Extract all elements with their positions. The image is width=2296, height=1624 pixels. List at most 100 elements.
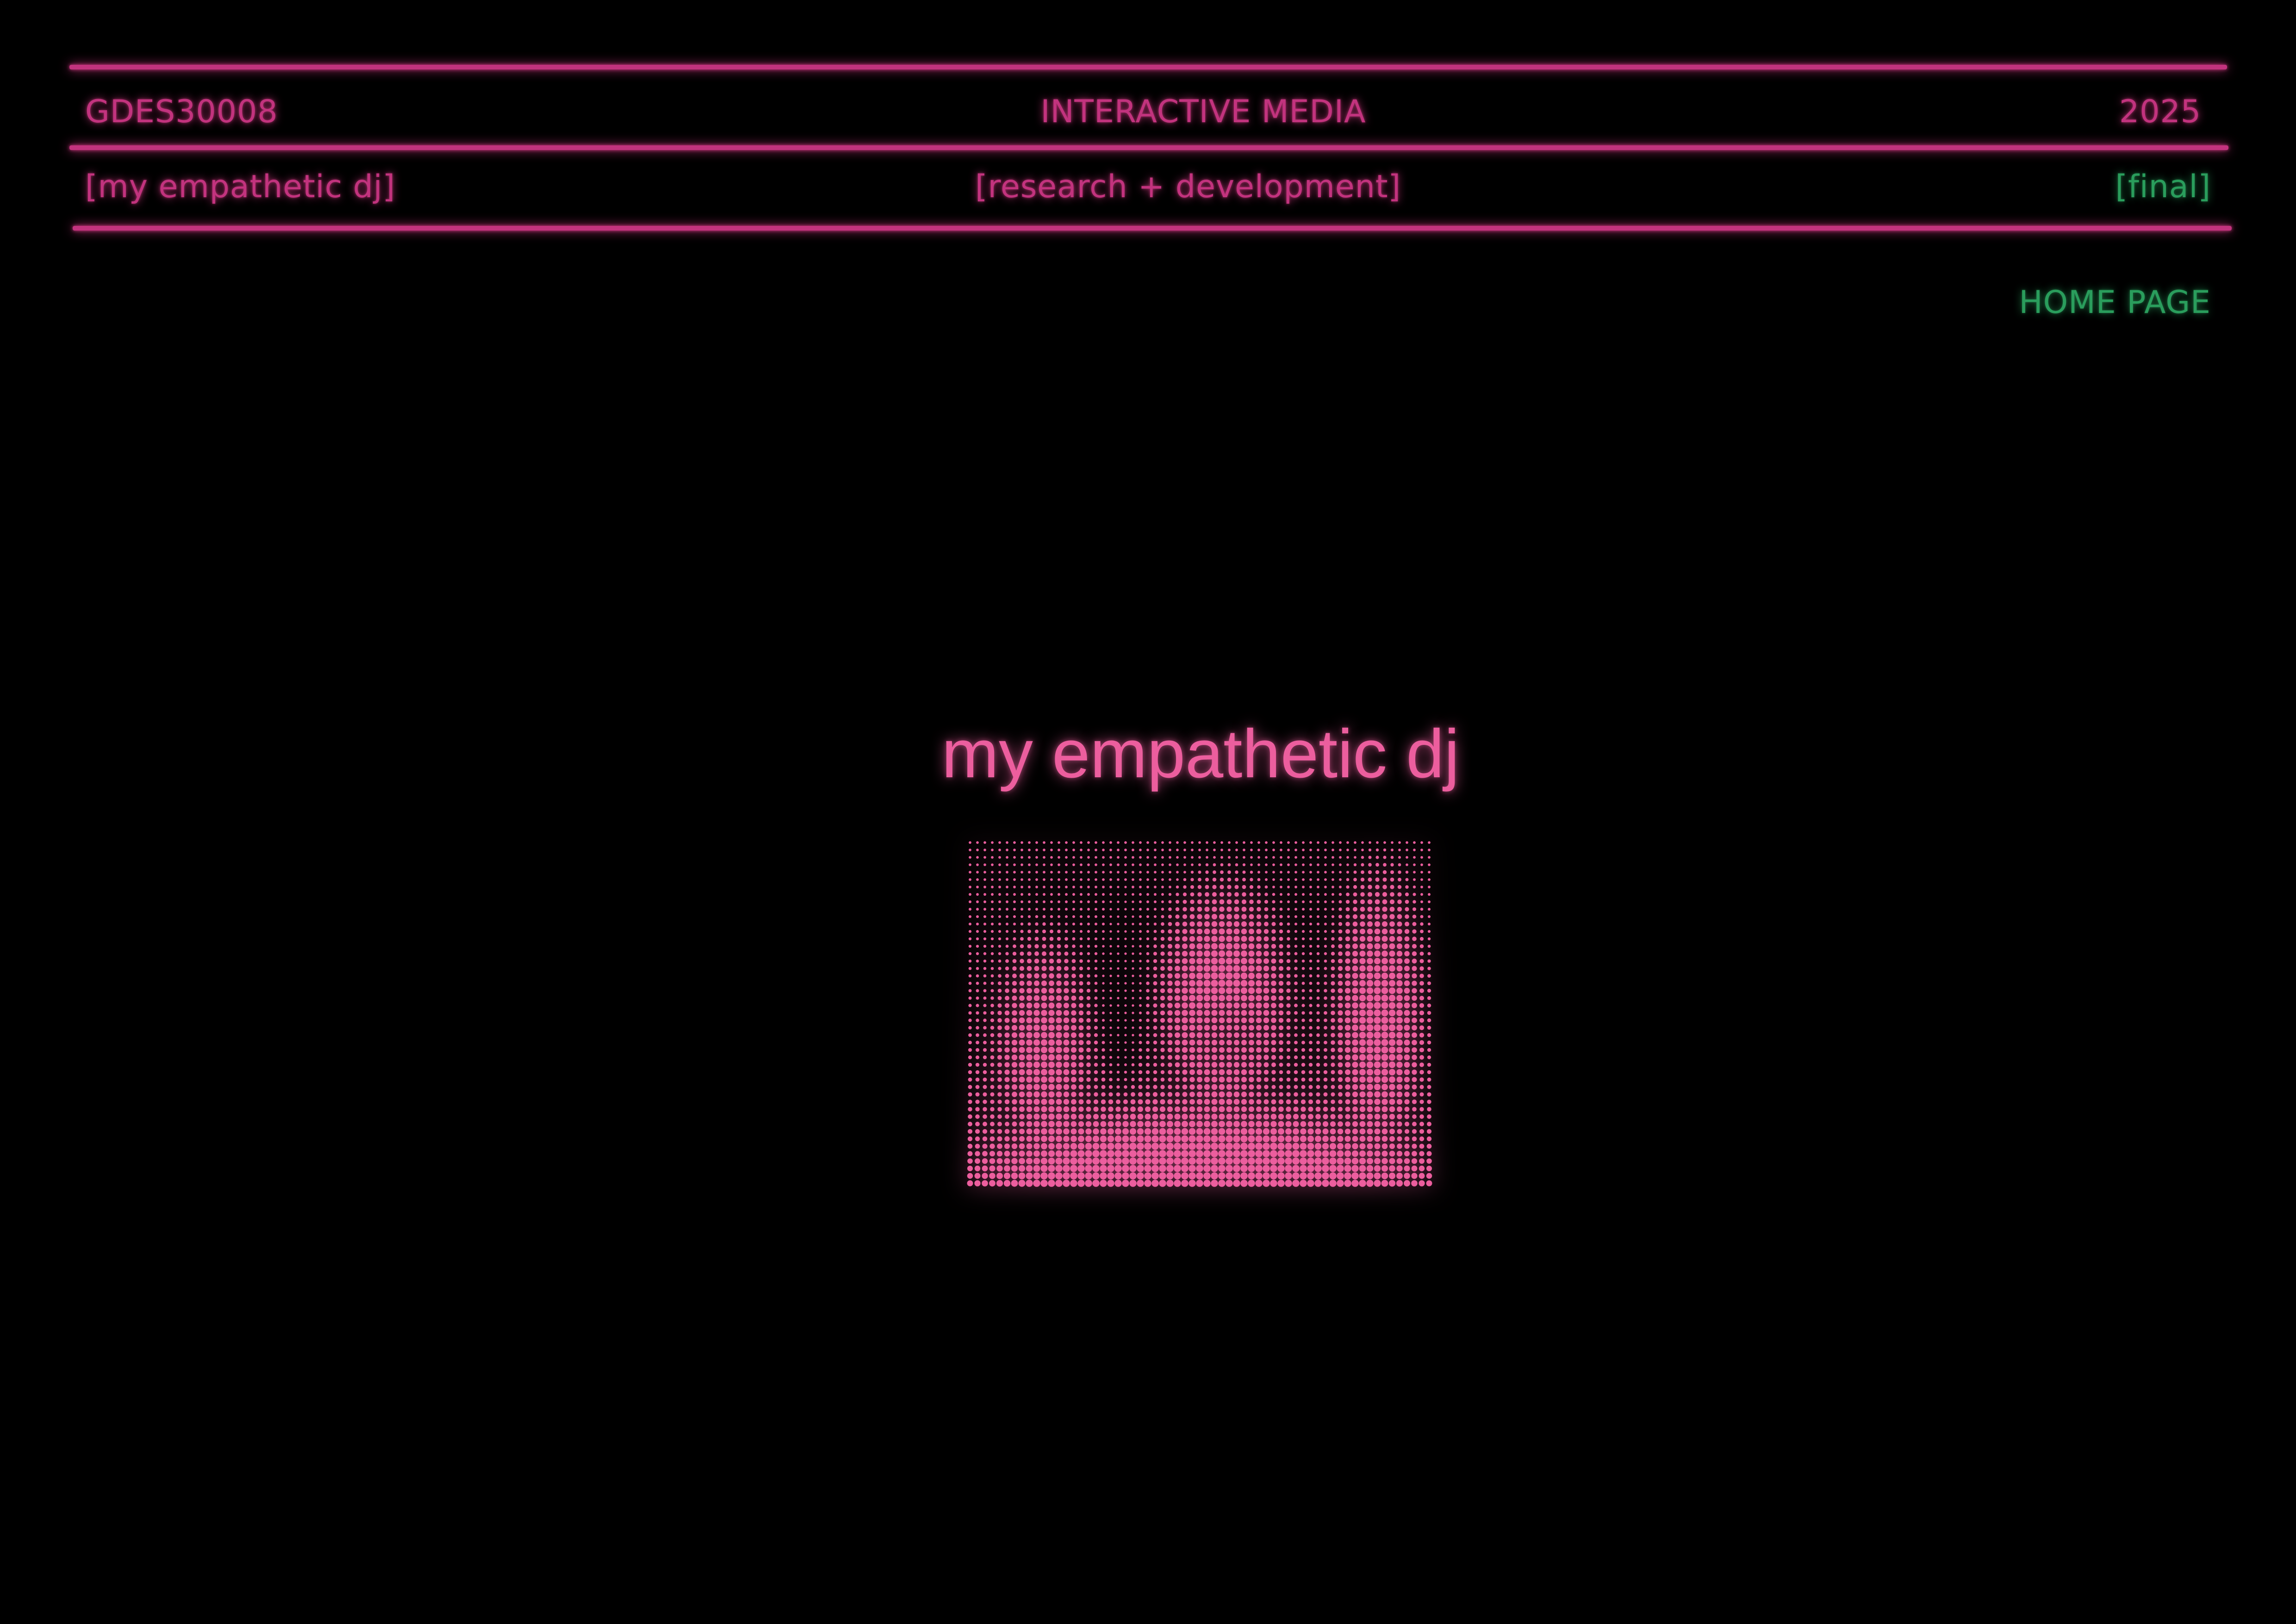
halftone-dot	[1427, 959, 1431, 963]
halftone-dot	[1050, 900, 1053, 903]
halftone-dot	[1161, 871, 1164, 874]
halftone-dot	[1063, 1076, 1070, 1083]
halftone-dot	[1043, 856, 1045, 859]
halftone-dot	[1427, 937, 1431, 941]
halftone-dot	[1227, 870, 1231, 874]
halftone-dot	[1204, 950, 1210, 957]
halftone-dot	[1109, 1034, 1112, 1037]
halftone-dot	[1109, 886, 1112, 888]
halftone-dot	[1026, 1010, 1033, 1016]
halftone-dot	[1139, 967, 1142, 970]
halftone-dot	[1085, 1135, 1092, 1143]
halftone-dot	[1285, 1121, 1292, 1127]
halftone-dot	[1034, 951, 1039, 956]
halftone-dot	[1367, 950, 1373, 957]
halftone-dot	[1161, 915, 1164, 918]
halftone-dot	[1063, 1099, 1070, 1105]
halftone-dot	[1359, 1031, 1366, 1039]
halftone-dot	[1189, 1092, 1195, 1097]
halftone-dot	[1412, 1018, 1417, 1023]
halftone-dot	[1346, 856, 1349, 859]
halftone-dot	[1226, 892, 1232, 897]
halftone-dot	[1174, 1165, 1181, 1172]
halftone-dot	[1396, 965, 1403, 972]
halftone-dot	[1271, 937, 1276, 941]
halftone-dot	[1294, 1062, 1298, 1067]
halftone-dot	[1226, 899, 1232, 905]
halftone-dot	[1153, 1018, 1157, 1023]
halftone-dot	[1279, 951, 1283, 956]
halftone-dot	[1426, 1136, 1432, 1142]
halftone-dot	[1427, 1011, 1431, 1015]
halftone-dot	[1329, 1143, 1337, 1150]
halftone-dot	[1307, 1165, 1314, 1172]
halftone-dot	[968, 937, 972, 941]
halftone-dot	[1145, 1106, 1151, 1112]
halftone-dot	[1263, 1077, 1269, 1082]
halftone-dot	[1018, 1172, 1026, 1180]
halftone-dot	[1004, 1121, 1010, 1127]
halftone-dot	[1293, 1106, 1299, 1112]
halftone-dot	[1013, 841, 1016, 844]
halftone-dot	[1226, 1032, 1232, 1038]
halftone-dot	[983, 967, 987, 970]
halftone-dot	[1213, 841, 1216, 844]
halftone-dot	[1080, 856, 1083, 859]
halftone-dot	[1256, 995, 1262, 1001]
halftone-dot	[1256, 1017, 1262, 1024]
halftone-dot	[1412, 973, 1417, 979]
halftone-dot	[1219, 1099, 1225, 1105]
halftone-dot	[1419, 1158, 1425, 1164]
halftone-dot	[1124, 1078, 1127, 1081]
halftone-dot	[1151, 1135, 1159, 1143]
home-page-link[interactable]: HOME PAGE	[2019, 287, 2211, 319]
halftone-dot	[1375, 892, 1380, 897]
halftone-dot	[1086, 1106, 1091, 1112]
halftone-dot	[1004, 1003, 1010, 1008]
halftone-dot	[1188, 1172, 1196, 1180]
halftone-dot	[1345, 1069, 1350, 1075]
halftone-dot	[1102, 945, 1105, 948]
halftone-dot	[1428, 863, 1431, 866]
halftone-dot	[1114, 1172, 1122, 1180]
halftone-dot	[1114, 1157, 1122, 1165]
halftone-dot	[1240, 1150, 1248, 1157]
halftone-dot	[968, 1026, 972, 1030]
halftone-dot	[975, 1048, 980, 1052]
halftone-dot	[1302, 871, 1305, 874]
halftone-dot	[1344, 1010, 1351, 1016]
halftone-dot	[1124, 1004, 1127, 1007]
halftone-dot	[1139, 982, 1142, 985]
halftone-dot	[982, 1129, 988, 1134]
halftone-dot	[1064, 959, 1069, 963]
halftone-dot	[1139, 849, 1142, 851]
halftone-dot	[998, 908, 1001, 911]
halftone-dot	[1087, 863, 1090, 866]
halftone-dot	[1189, 1069, 1195, 1075]
halftone-dot	[1218, 957, 1226, 965]
halftone-dot	[976, 841, 979, 844]
halftone-dot	[983, 900, 986, 903]
halftone-dot	[1323, 1092, 1328, 1097]
halftone-dot	[1117, 1004, 1120, 1007]
halftone-dot	[1324, 930, 1327, 933]
halftone-dot	[1426, 1143, 1432, 1149]
halftone-dot	[1079, 966, 1083, 971]
halftone-dot	[1167, 1032, 1173, 1038]
halftone-dot	[1397, 1114, 1402, 1119]
halftone-dot	[1345, 973, 1350, 979]
halftone-dot	[1352, 965, 1358, 972]
halftone-dot	[1033, 1172, 1040, 1180]
halftone-dot	[1397, 1106, 1402, 1112]
halftone-dot	[1050, 930, 1053, 933]
halftone-dot	[1094, 1025, 1098, 1030]
halftone-dot	[1241, 1047, 1247, 1053]
halftone-dot	[1286, 1040, 1291, 1045]
halftone-dot	[1389, 958, 1395, 964]
halftone-dot	[1272, 841, 1275, 844]
halftone-dot	[1117, 1034, 1120, 1037]
halftone-dot	[1160, 988, 1165, 993]
halftone-dot	[1070, 1054, 1077, 1061]
halftone-dot	[1154, 893, 1157, 896]
halftone-dot	[1183, 878, 1187, 881]
